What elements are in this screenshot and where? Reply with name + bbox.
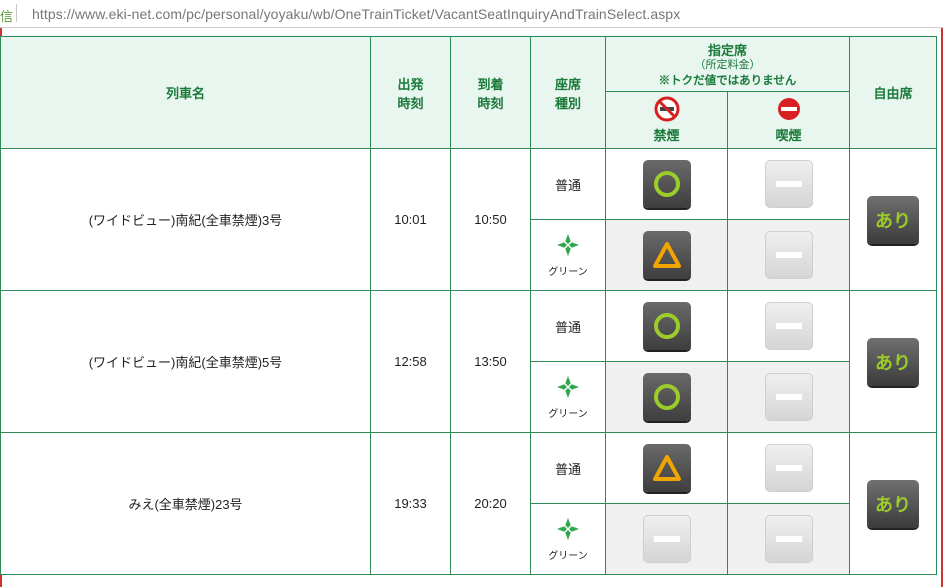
seat-unavailable-icon xyxy=(764,373,813,421)
seat-type-ordinary: 普通 xyxy=(530,148,606,220)
arrival-time: 20:20 xyxy=(450,432,531,575)
green-car-icon xyxy=(556,233,580,261)
address-separator xyxy=(16,4,17,22)
seat-unavailable-icon xyxy=(642,515,691,563)
seat-unavailable-icon xyxy=(764,444,813,492)
free-seat-available-button[interactable]: あり xyxy=(867,479,919,528)
green-non-smoking-cell xyxy=(605,219,728,291)
green-label: グリーン xyxy=(548,408,588,420)
green-smoking-cell xyxy=(727,361,850,433)
col-free-seat: 自由席 xyxy=(849,36,937,149)
col-smoking: 喫煙 xyxy=(727,91,850,149)
ordinary-smoking-cell xyxy=(727,432,850,504)
reserved-title: 指定席 xyxy=(707,43,747,58)
seat-type-ordinary: 普通 xyxy=(530,290,606,362)
free-seat-cell: あり xyxy=(849,148,937,291)
ordinary-smoking-cell xyxy=(727,290,850,362)
free-seat-available-button[interactable]: あり xyxy=(867,337,919,386)
url-text[interactable]: https://www.eki-net.com/pc/personal/yoya… xyxy=(32,6,680,22)
seat-unavailable-icon xyxy=(764,302,813,350)
green-car-icon xyxy=(556,517,580,545)
arrival-time: 10:50 xyxy=(450,148,531,291)
ordinary-smoking-cell xyxy=(727,148,850,220)
reserved-note: ※トクだ値ではありません xyxy=(658,75,797,87)
train-name: みえ(全車禁煙)23号 xyxy=(0,432,371,575)
col-seat-type: 座席 種別 xyxy=(530,36,606,149)
col-departure: 出発 時刻 xyxy=(370,36,451,149)
free-seat-available-button[interactable]: あり xyxy=(867,195,919,244)
security-indicator: 信 xyxy=(0,10,14,25)
train-select-table: 列車名 出発 時刻 到着 時刻 座席 種別 指定席 （所定料金） ※トクだ値ではありま… xyxy=(0,36,937,575)
green-label: グリーン xyxy=(548,550,588,562)
green-label: グリーン xyxy=(548,266,588,278)
ordinary-non-smoking-cell xyxy=(605,432,728,504)
seat-unavailable-icon xyxy=(764,515,813,563)
smoking-label: 喫煙 xyxy=(775,128,802,143)
departure-time: 19:33 xyxy=(370,432,451,575)
green-car-icon xyxy=(556,375,580,403)
browser-address-bar[interactable]: 信 https://www.eki-net.com/pc/personal/yo… xyxy=(0,0,943,28)
green-smoking-cell xyxy=(727,219,850,291)
seat-few-button[interactable] xyxy=(642,444,691,492)
seat-unavailable-icon xyxy=(764,231,813,279)
green-smoking-cell xyxy=(727,503,850,575)
free-seat-cell: あり xyxy=(849,432,937,575)
green-non-smoking-cell xyxy=(605,503,728,575)
departure-time: 10:01 xyxy=(370,148,451,291)
seat-type-green: グリーン xyxy=(530,219,606,291)
seat-type-ordinary: 普通 xyxy=(530,432,606,504)
header-row-1: 列車名 出発 時刻 到着 時刻 座席 種別 指定席 （所定料金） ※トクだ値ではありま… xyxy=(0,36,937,149)
reserved-sub: （所定料金） xyxy=(694,59,761,71)
train-name: (ワイドビュー)南紀(全車禁煙)3号 xyxy=(0,148,371,291)
col-train-name: 列車名 xyxy=(0,36,371,149)
no-smoking-icon xyxy=(654,96,680,125)
non-smoking-label: 禁煙 xyxy=(653,128,680,143)
seat-available-button[interactable] xyxy=(642,302,691,350)
table-row: みえ(全車禁煙)23号 19:33 20:20 普通 あり xyxy=(0,432,937,575)
seat-available-button[interactable] xyxy=(642,373,691,421)
ordinary-non-smoking-cell xyxy=(605,148,728,220)
seat-type-green: グリーン xyxy=(530,503,606,575)
col-reserved: 指定席 （所定料金） ※トクだ値ではありません xyxy=(605,36,850,92)
green-non-smoking-cell xyxy=(605,361,728,433)
arrival-time: 13:50 xyxy=(450,290,531,433)
col-non-smoking: 禁煙 xyxy=(605,91,728,149)
seat-unavailable-icon xyxy=(764,160,813,208)
seat-available-button[interactable] xyxy=(642,160,691,208)
departure-time: 12:58 xyxy=(370,290,451,433)
seat-few-button[interactable] xyxy=(642,231,691,279)
train-name: (ワイドビュー)南紀(全車禁煙)5号 xyxy=(0,290,371,433)
seat-type-green: グリーン xyxy=(530,361,606,433)
table-row: (ワイドビュー)南紀(全車禁煙)5号 12:58 13:50 普通 あり xyxy=(0,290,937,433)
col-arrival: 到着 時刻 xyxy=(450,36,531,149)
smoking-icon xyxy=(776,96,802,125)
free-seat-cell: あり xyxy=(849,290,937,433)
table-row: (ワイドビュー)南紀(全車禁煙)3号 10:01 10:50 普通 あり xyxy=(0,148,937,291)
ordinary-non-smoking-cell xyxy=(605,290,728,362)
